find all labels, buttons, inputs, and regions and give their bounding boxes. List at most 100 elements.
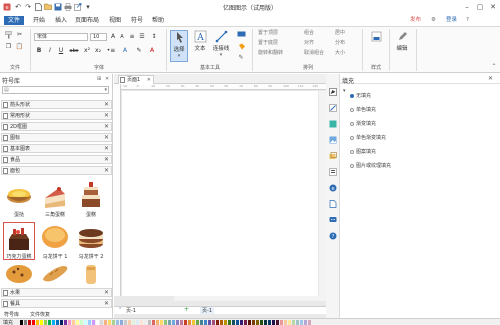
- tab-page-1[interactable]: 页面1 ✕: [118, 75, 154, 84]
- color-swatch[interactable]: [200, 320, 203, 325]
- panel-pin-icon[interactable]: ⊞: [97, 76, 101, 82]
- color-swatch[interactable]: [56, 320, 59, 325]
- menu-symbol[interactable]: 符号: [127, 16, 147, 25]
- category-basic-charts[interactable]: 基本图表 ✕: [1, 144, 112, 153]
- grow-font-icon[interactable]: A: [109, 33, 117, 41]
- color-swatch[interactable]: [164, 320, 167, 325]
- color-swatch[interactable]: [188, 320, 191, 325]
- color-swatch[interactable]: [208, 320, 211, 325]
- option-solid-fill[interactable]: 单色填充: [356, 107, 376, 113]
- line-style-icon[interactable]: ✎: [236, 54, 246, 62]
- color-swatch[interactable]: [160, 320, 163, 325]
- drawing-page[interactable]: [122, 91, 318, 296]
- color-swatch[interactable]: [68, 320, 71, 325]
- color-swatch[interactable]: [236, 320, 239, 325]
- radio-gradient-fill[interactable]: [350, 122, 354, 126]
- color-swatch[interactable]: [212, 320, 215, 325]
- subscript-icon[interactable]: x₂: [94, 47, 102, 55]
- strikethrough-button[interactable]: abc: [68, 47, 80, 55]
- category-bread[interactable]: 面包 ✕: [1, 166, 112, 175]
- color-swatch[interactable]: [196, 320, 199, 325]
- macaron-2-symbol[interactable]: [76, 222, 106, 252]
- color-swatch[interactable]: [92, 320, 95, 325]
- select-button[interactable]: 选择 ▾: [170, 30, 188, 62]
- color-swatch[interactable]: [32, 320, 35, 325]
- page-selector[interactable]: 页-1: [126, 307, 136, 314]
- rectangle-shape-icon[interactable]: [236, 31, 246, 40]
- underline-button[interactable]: U: [57, 47, 65, 55]
- line-icon[interactable]: [329, 104, 337, 112]
- macaron-1-symbol[interactable]: [40, 222, 70, 252]
- color-swatch[interactable]: [308, 320, 311, 325]
- close-icon[interactable]: ✕: [488, 2, 498, 12]
- close-category-icon[interactable]: ✕: [104, 101, 109, 108]
- color-swatch[interactable]: [184, 320, 187, 325]
- fill-panel-close-icon[interactable]: ✕: [488, 75, 493, 82]
- close-category-icon[interactable]: ✕: [104, 145, 109, 152]
- fill-section-arrow-icon[interactable]: ▾: [343, 88, 346, 94]
- color-swatch[interactable]: [80, 320, 83, 325]
- superscript-icon[interactable]: x²: [83, 47, 91, 55]
- login-link[interactable]: 登录: [446, 16, 457, 25]
- vertical-scrollbar[interactable]: [319, 91, 326, 301]
- color-swatch[interactable]: [44, 320, 47, 325]
- close-category-icon[interactable]: ✕: [104, 112, 109, 119]
- hyperlink-icon[interactable]: e: [329, 184, 337, 192]
- color-swatch[interactable]: [144, 320, 147, 325]
- option-pattern-fill[interactable]: 图案填充: [356, 149, 376, 155]
- color-swatch[interactable]: [64, 320, 67, 325]
- distribute-button[interactable]: 分布: [335, 40, 345, 47]
- align-button[interactable]: 对齐: [304, 40, 314, 47]
- color-swatch[interactable]: [128, 320, 131, 325]
- library-search-combo[interactable]: ▤ ▾: [2, 86, 109, 94]
- option-gradient-fill[interactable]: 渐变填充: [356, 121, 376, 127]
- category-2d-block[interactable]: 2D框图 ✕: [1, 122, 112, 131]
- current-page-tab[interactable]: 页-1: [200, 307, 214, 314]
- add-page-button[interactable]: +: [184, 306, 189, 313]
- close-category-icon[interactable]: ✕: [104, 156, 109, 163]
- color-swatch[interactable]: [40, 320, 43, 325]
- paste-icon[interactable]: 📋: [15, 43, 24, 51]
- color-swatch[interactable]: [108, 320, 111, 325]
- collapse-ribbon-icon[interactable]: ⌃: [490, 63, 498, 71]
- color-swatch[interactable]: [244, 320, 247, 325]
- menu-insert[interactable]: 插入: [51, 16, 71, 25]
- color-swatch[interactable]: [300, 320, 303, 325]
- text-tool-button[interactable]: A 文本: [191, 30, 209, 62]
- list-icon[interactable]: ☰: [138, 33, 146, 41]
- italic-button[interactable]: I: [46, 47, 54, 55]
- color-swatch[interactable]: [268, 320, 271, 325]
- category-tableware[interactable]: 餐具 ✕: [1, 299, 112, 308]
- font-color-icon[interactable]: A: [120, 47, 130, 55]
- layer-icon[interactable]: [329, 152, 337, 160]
- radio-no-fill[interactable]: [350, 94, 354, 98]
- menu-home[interactable]: 开始: [29, 16, 49, 25]
- color-swatch[interactable]: [272, 320, 275, 325]
- text-format-icon[interactable]: [329, 168, 337, 176]
- radio-pattern-fill[interactable]: [350, 150, 354, 154]
- color-swatch[interactable]: [60, 320, 63, 325]
- color-swatch[interactable]: [280, 320, 283, 325]
- color-swatch[interactable]: [152, 320, 155, 325]
- color-swatch[interactable]: [276, 320, 279, 325]
- color-swatch[interactable]: [36, 320, 39, 325]
- font-name-combo[interactable]: 宋体: [34, 33, 88, 41]
- color-swatch[interactable]: [168, 320, 171, 325]
- color-swatch[interactable]: [48, 320, 51, 325]
- text-color-icon[interactable]: A: [147, 47, 157, 55]
- color-swatch[interactable]: [288, 320, 291, 325]
- color-swatch[interactable]: [264, 320, 267, 325]
- center-button[interactable]: 居中: [335, 30, 345, 37]
- tab-file-recovery[interactable]: 文件恢复: [30, 311, 50, 318]
- category-common-shapes[interactable]: 常用形状 ✕: [1, 111, 112, 120]
- color-swatch[interactable]: [104, 320, 107, 325]
- color-swatch[interactable]: [156, 320, 159, 325]
- format-painter-icon[interactable]: [4, 31, 13, 42]
- color-swatch[interactable]: [136, 320, 139, 325]
- close-category-icon[interactable]: ✕: [104, 134, 109, 141]
- option-mono-gradient-fill[interactable]: 单色渐变填充: [356, 135, 386, 141]
- color-swatch[interactable]: [116, 320, 119, 325]
- line-spacing-icon[interactable]: ↕: [150, 33, 158, 41]
- color-swatch[interactable]: [20, 320, 23, 325]
- send-to-back-button[interactable]: 置于底层: [258, 40, 278, 47]
